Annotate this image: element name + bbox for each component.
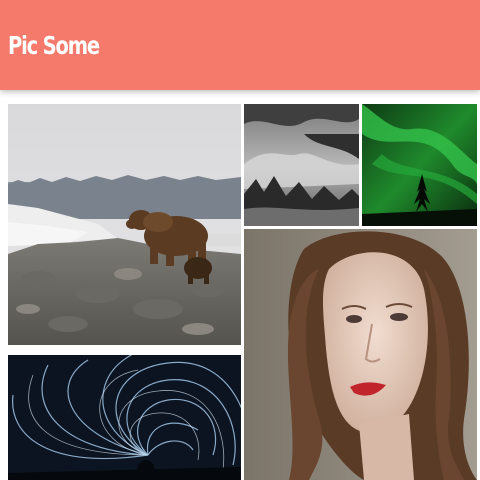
woman-portrait-image	[244, 229, 477, 480]
photo-woman-portrait[interactable]	[244, 229, 477, 480]
photo-bear-and-cub[interactable]	[8, 104, 241, 345]
photo-grid	[0, 92, 480, 480]
photo-star-trails[interactable]	[8, 355, 241, 480]
star-trails-image	[8, 355, 241, 480]
photo-aurora[interactable]	[362, 104, 477, 226]
bear-image	[8, 104, 241, 345]
misty-forest-image	[244, 104, 359, 226]
app-header: Pic Some	[0, 0, 480, 90]
aurora-image	[362, 104, 477, 226]
app-title: Pic Some	[8, 31, 100, 60]
photo-misty-forest[interactable]	[244, 104, 359, 226]
